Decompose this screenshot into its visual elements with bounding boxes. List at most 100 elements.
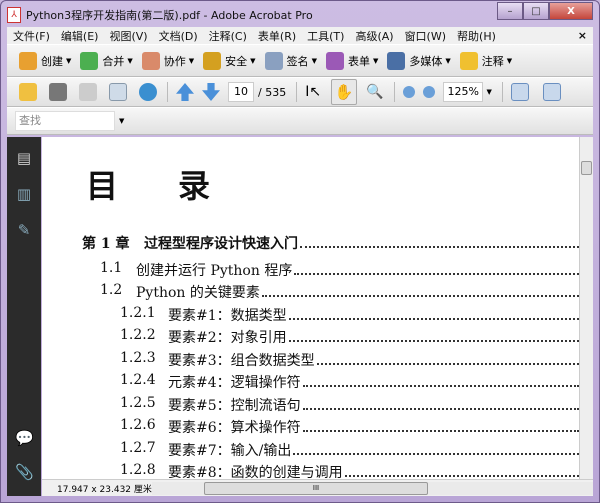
maximize-button[interactable]: □ <box>523 2 549 20</box>
menu-item[interactable]: 表单(R) <box>258 28 296 44</box>
toc-entry[interactable]: 1.2.5 要素#5：控制流语句 <box>120 395 579 415</box>
zoom-in-icon[interactable] <box>422 86 435 98</box>
document-page: 目录 第 1 章过程型程序设计快速入门 1.1 创建并运行 Python 程序 1.2… <box>42 137 579 479</box>
toc-entry[interactable]: 1.2.4 元素#4：逻辑操作符 <box>120 372 579 392</box>
menu-item[interactable]: 文件(F) <box>13 28 50 44</box>
acrobat-window: ⅄ Python3程序开发指南(第二版).pdf - Adobe Acrobat… <box>0 0 600 503</box>
zoom-dropdown-icon[interactable]: ▼ <box>487 88 492 96</box>
toc-text: 要素#5：控制流语句 <box>168 397 301 414</box>
previous-page-icon[interactable] <box>176 83 194 101</box>
chevron-down-icon: ▼ <box>311 56 317 65</box>
toc-entry[interactable]: 1.2.3 要素#3：组合数据类型 <box>120 350 579 370</box>
find-input[interactable]: 查找 <box>15 111 115 131</box>
bookmarks-icon[interactable]: ▥ <box>15 185 33 203</box>
full-screen-icon[interactable] <box>542 83 561 101</box>
menu-item[interactable]: 窗口(W) <box>405 28 446 44</box>
task-button-lock[interactable]: 安全 ▼ <box>203 51 256 70</box>
vertical-scrollbar[interactable] <box>579 137 593 479</box>
zoom-marquee-icon[interactable]: 🔍 <box>366 84 383 100</box>
close-button[interactable]: X <box>549 2 593 20</box>
menu-item[interactable]: 注释(C) <box>209 28 247 44</box>
pen-icon <box>264 51 283 70</box>
toc-entry[interactable]: 1.1 创建并运行 Python 程序 <box>100 260 579 280</box>
menu-item[interactable]: 编辑(E) <box>61 28 99 44</box>
toc-number: 1.2.6 <box>120 417 156 433</box>
menu-item[interactable]: 帮助(H) <box>457 28 496 44</box>
next-page-icon[interactable] <box>202 83 220 101</box>
signatures-icon[interactable]: ✎ <box>15 221 33 239</box>
task-button-label: 创建 <box>41 54 63 68</box>
title-bar: ⅄ Python3程序开发指南(第二版).pdf - Adobe Acrobat… <box>7 2 593 25</box>
toc-text: 元素#4：逻辑操作符 <box>168 375 301 391</box>
toc-entry[interactable]: 1.2 Python 的关键要素 <box>100 282 579 302</box>
task-button-label: 表单 <box>347 54 370 68</box>
comments-icon[interactable]: 💬 <box>15 429 34 447</box>
toc-number: 1.1 <box>100 259 123 276</box>
close-document-button[interactable]: × <box>578 29 587 42</box>
task-button-label: 协作 <box>163 54 186 68</box>
menu-item[interactable]: 工具(T) <box>307 28 344 44</box>
tasks-toolbar: 创建 ▼ 合并 ▼ 协作 ▼ 安全 ▼ 签名 ▼ 表单 ▼ 多媒体 ▼ 注释 ▼ <box>7 44 593 77</box>
toc-entry[interactable]: 1.2.7 要素#7：输入/输出 <box>120 440 579 460</box>
task-button-label: 安全 <box>225 54 248 68</box>
open-folder-icon[interactable] <box>19 83 37 101</box>
toc-text: 要素#3：组合数据类型 <box>168 352 315 369</box>
toc-entry[interactable]: 1.2.6 要素#6：算术操作符 <box>120 417 579 437</box>
chevron-down-icon: ▼ <box>66 56 72 65</box>
print-icon[interactable] <box>49 83 67 101</box>
horizontal-scrollbar[interactable]: III <box>152 481 593 495</box>
page-dimensions: 17.947 x 23.432 厘米 <box>57 484 152 495</box>
toc-number: 1.2.5 <box>120 394 156 411</box>
pages-icon[interactable]: ▤ <box>15 149 33 167</box>
fit-width-icon[interactable] <box>510 83 529 101</box>
find-toolbar: 查找 ▼ <box>7 107 593 135</box>
web-upload-icon[interactable] <box>139 83 157 101</box>
task-button-create[interactable]: 创建 ▼ <box>19 51 72 70</box>
chevron-down-icon: ▼ <box>127 56 133 65</box>
chevron-down-icon: ▼ <box>372 56 379 65</box>
toc-number: 1.2.4 <box>120 372 156 388</box>
toc-number: 1.2 <box>100 282 123 298</box>
email-icon[interactable] <box>109 83 127 101</box>
toc-text: Python 的关键要素 <box>136 285 260 301</box>
toc-number: 1.2.3 <box>120 349 156 366</box>
toc-title: 目录 <box>86 167 271 205</box>
comment-icon <box>459 51 478 70</box>
page-number-input[interactable]: 10 <box>228 82 254 102</box>
minimize-button[interactable]: – <box>497 2 523 20</box>
toc-text: 过程型程序设计快速入门 <box>144 236 298 252</box>
task-button-combine[interactable]: 合并 ▼ <box>80 51 133 70</box>
toc-entry[interactable]: 1.2.1 要素#1：数据类型 <box>120 305 579 325</box>
file-toolbar: 10 / 535 I↖ ✋ 🔍 125% ▼ <box>7 77 593 107</box>
toc-entry[interactable]: 1.2.8 要素#8：函数的创建与调用 <box>120 462 579 479</box>
toc-entry[interactable]: 1.2.2 要素#2：对象引用 <box>120 327 579 347</box>
menu-item[interactable]: 高级(A) <box>355 28 393 44</box>
task-button-comment[interactable]: 注释 ▼ <box>459 51 513 70</box>
toc-entry[interactable]: 第 1 章过程型程序设计快速入门 <box>82 233 579 253</box>
toc-text: 要素#1：数据类型 <box>168 307 287 324</box>
task-button-pen[interactable]: 签名 ▼ <box>264 51 317 70</box>
task-button-form[interactable]: 表单 ▼ <box>325 51 379 70</box>
toc-text: 创建并运行 Python 程序 <box>136 262 293 279</box>
select-text-icon[interactable]: I↖ <box>305 84 321 100</box>
save-icon[interactable] <box>79 83 97 101</box>
find-dropdown-icon[interactable]: ▼ <box>119 117 124 125</box>
menu-item[interactable]: 文档(D) <box>159 28 198 44</box>
task-button-multimedia[interactable]: 多媒体 ▼ <box>387 51 451 70</box>
chevron-down-icon: ▼ <box>188 56 195 65</box>
attachments-icon[interactable]: 📎 <box>15 463 34 481</box>
toc-text: 要素#2：对象引用 <box>168 330 287 346</box>
task-button-collaborate[interactable]: 协作 ▼ <box>141 51 195 70</box>
zoom-out-icon[interactable] <box>402 86 415 98</box>
chevron-down-icon: ▼ <box>506 56 513 65</box>
lock-icon <box>203 51 222 70</box>
combine-icon <box>80 51 99 70</box>
pdf-icon: ⅄ <box>7 7 21 23</box>
menu-item[interactable]: 视图(V) <box>109 28 147 44</box>
zoom-level-input[interactable]: 125% <box>442 82 483 102</box>
task-button-label: 合并 <box>102 54 125 68</box>
toc-text: 要素#7：输入/输出 <box>168 442 292 459</box>
task-button-label: 多媒体 <box>409 54 443 68</box>
status-bar: 17.947 x 23.432 厘米 III <box>42 479 593 496</box>
hand-tool-icon[interactable]: ✋ <box>331 79 358 105</box>
